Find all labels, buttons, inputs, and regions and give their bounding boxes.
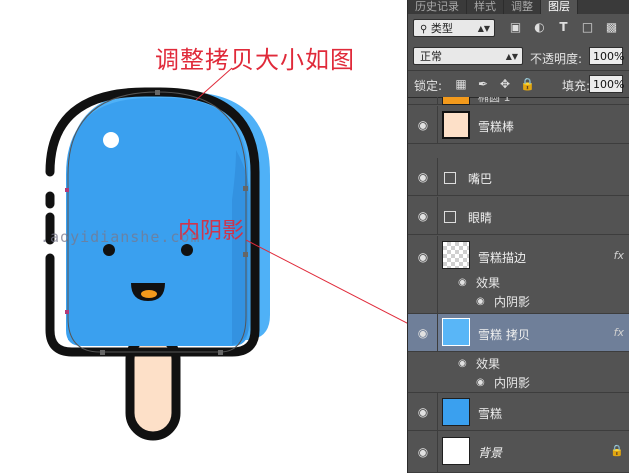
inner-shadow-annotation: 内阴影 — [178, 219, 245, 244]
visibility-eye-icon[interactable]: ◉ — [476, 377, 485, 388]
lock-position-icon[interactable]: ✥ — [498, 77, 512, 91]
effects-label: 效果 — [476, 276, 501, 290]
shape-filter-icon[interactable]: □ — [580, 20, 595, 35]
visibility-eye-icon[interactable]: ◉ — [458, 358, 467, 369]
layer-thumbnail — [442, 241, 470, 269]
tab-history[interactable]: 历史记录 — [408, 0, 467, 14]
watermark: .aoyidianshe.com — [40, 228, 201, 246]
lock-transparent-icon[interactable]: ▦ — [454, 77, 468, 91]
visibility-eye-icon[interactable]: ◉ — [458, 277, 467, 288]
type-filter-icon[interactable]: T — [556, 20, 571, 35]
lock-all-icon[interactable]: 🔒 — [520, 77, 535, 91]
layer-name: 雪糕 拷贝 — [478, 328, 530, 342]
inner-shadow-effect[interactable]: 内阴影 — [494, 374, 530, 391]
layer-row-mouth[interactable]: ◉ 嘴巴 — [408, 158, 629, 196]
layer-effects-copy: ◉ 效果 ◉ 内阴影 — [408, 353, 629, 393]
blend-mode-select[interactable]: 正常 ▲▼ — [413, 47, 523, 65]
visibility-eye-icon[interactable]: ◉ — [414, 445, 432, 459]
inner-shadow-pointer-line — [245, 239, 407, 324]
layer-thumbnail — [442, 97, 470, 105]
highlight-dot — [103, 132, 119, 148]
opacity-label: 不透明度: — [530, 52, 583, 66]
fx-icon[interactable]: fx — [614, 249, 624, 262]
layer-filter-select[interactable]: ⚲ 类型 ▲▼ — [413, 19, 495, 37]
effects-label: 效果 — [476, 357, 501, 371]
inner-shadow-effect[interactable]: 内阴影 — [494, 293, 530, 310]
layer-row-copy[interactable]: ◉ 雪糕 拷贝 fx — [408, 314, 629, 352]
blend-mode-value: 正常 — [420, 50, 442, 63]
shape-layer-icon — [444, 211, 456, 223]
layer-row-background[interactable]: ◉ 背景 🔒 — [408, 431, 629, 473]
visibility-eye-icon[interactable]: ◉ — [414, 170, 432, 184]
layer-name: 雪糕 — [478, 407, 503, 421]
layer-row-eyes[interactable]: ◉ 眼睛 — [408, 197, 629, 235]
lock-label: 锁定: — [414, 79, 443, 93]
chevron-updown-icon: ▲▼ — [505, 52, 518, 61]
lock-row: 锁定: ▦ ✒ ✥ 🔒 填充: 100% — [408, 74, 629, 96]
divider — [408, 70, 629, 71]
visibility-eye-icon[interactable]: ◉ — [414, 405, 432, 419]
search-icon: ⚲ — [420, 24, 428, 35]
smart-object-filter-icon[interactable]: ▩ — [604, 20, 619, 35]
layer-thumbnail — [442, 318, 470, 346]
tab-styles[interactable]: 样式 — [467, 0, 504, 14]
layer-name: 背景 — [478, 446, 503, 460]
fill-label: 填充: — [562, 79, 591, 93]
layer-name: 眼睛 — [468, 211, 493, 225]
opacity-field[interactable]: 100% — [589, 47, 624, 65]
tab-adjustments[interactable]: 调整 — [504, 0, 541, 14]
layer-row-outline[interactable]: ◉ 雪糕描边 fx ◉ 效果 ◉ 内阴影 — [408, 236, 629, 314]
filter-select-value: 类型 — [430, 22, 453, 35]
fill-field[interactable]: 100% — [589, 75, 624, 93]
fx-icon[interactable]: fx — [614, 326, 624, 339]
layer-name: 雪糕棒 — [478, 120, 515, 134]
layer-thumbnail — [442, 111, 470, 139]
visibility-eye-icon[interactable]: ◉ — [414, 209, 432, 223]
layer-name: 嘴巴 — [468, 172, 493, 186]
canvas[interactable]: 调整拷贝大小如图 .aoyidianshe.com 内阴影 — [0, 0, 407, 473]
layer-thumbnail — [442, 398, 470, 426]
chevron-updown-icon: ▲▼ — [477, 24, 490, 33]
layer-row-stick[interactable]: ◉ 雪糕棒 — [408, 106, 629, 144]
visibility-eye-icon[interactable]: ◉ — [414, 326, 432, 340]
filter-row: ⚲ 类型 ▲▼ ▣ ◐ T □ ▩ — [408, 16, 629, 40]
layer-name: 雪糕描边 — [478, 251, 527, 265]
tab-layers[interactable]: 图层 — [541, 0, 578, 14]
image-filter-icon[interactable]: ▣ — [508, 20, 523, 35]
visibility-eye-icon[interactable]: ◉ — [414, 250, 432, 264]
visibility-eye-icon[interactable]: ◉ — [476, 296, 485, 307]
layer-row-ellipse[interactable]: 椭圆 1 — [408, 97, 629, 105]
shape-layer-icon — [444, 172, 456, 184]
layer-thumbnail — [442, 437, 470, 465]
layer-name: 椭圆 1 — [478, 97, 511, 104]
resize-annotation: 调整拷贝大小如图 — [155, 46, 355, 74]
blend-row: 正常 ▲▼ 不透明度: 100% — [408, 46, 629, 68]
panel-tabs: 历史记录 样式 调整 图层 — [408, 0, 629, 14]
lock-icon: 🔒 — [610, 444, 624, 457]
layer-row-base[interactable]: ◉ 雪糕 — [408, 393, 629, 431]
layers-panel: 历史记录 样式 调整 图层 ⚲ 类型 ▲▼ ▣ ◐ T □ ▩ 正常 ▲▼ 不透… — [407, 0, 629, 473]
visibility-eye-icon[interactable]: ◉ — [414, 118, 432, 132]
layer-list: 椭圆 1 ◉ 雪糕棒 ◉ 嘴巴 ◉ 眼睛 ◉ 雪糕描边 fx ◉ 效果 ◉ 内阴… — [408, 97, 629, 473]
adjustment-filter-icon[interactable]: ◐ — [532, 20, 547, 35]
lock-paint-icon[interactable]: ✒ — [476, 77, 490, 91]
